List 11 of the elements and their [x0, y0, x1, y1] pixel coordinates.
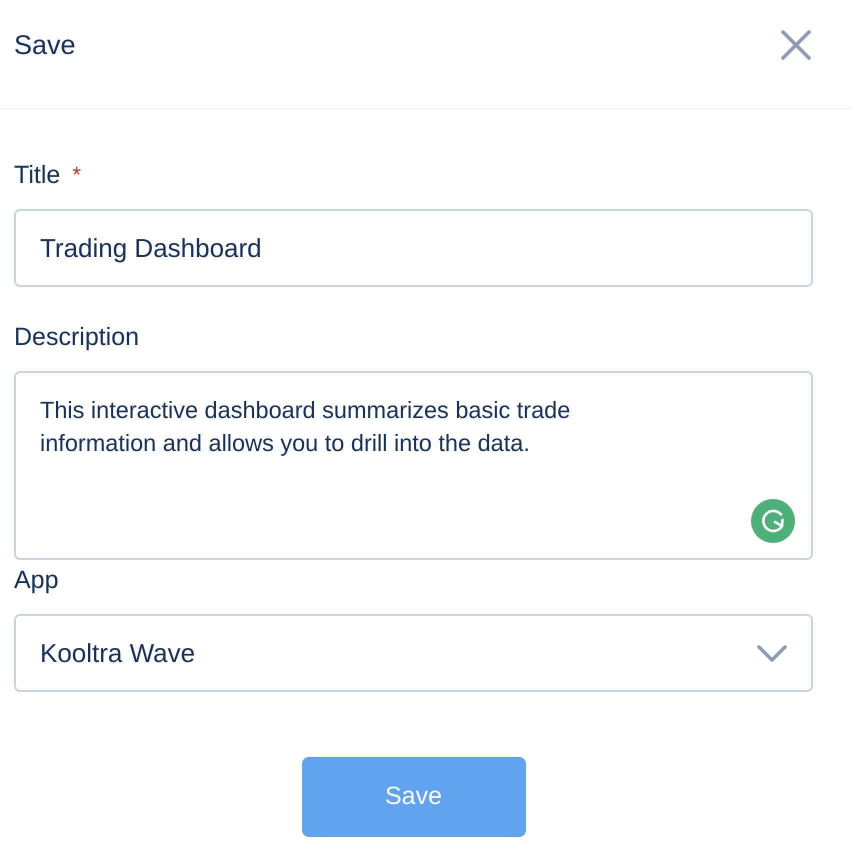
description-textarea[interactable]: This interactive dashboard summarizes basic trade information and allows you to drill into the data.	[14, 371, 813, 560]
dialog-title: Save	[14, 29, 76, 62]
close-icon	[781, 30, 811, 60]
field-label: Description	[14, 322, 140, 353]
required-mark: *	[72, 161, 81, 189]
field-label: App	[14, 565, 58, 596]
app-select[interactable]: Kooltra Wave	[14, 614, 813, 692]
chevron-down-icon	[757, 645, 787, 662]
field-label: Title	[14, 160, 60, 191]
title-input[interactable]: Trading Dashboard	[14, 209, 813, 287]
grammar-check-icon[interactable]	[751, 499, 795, 543]
